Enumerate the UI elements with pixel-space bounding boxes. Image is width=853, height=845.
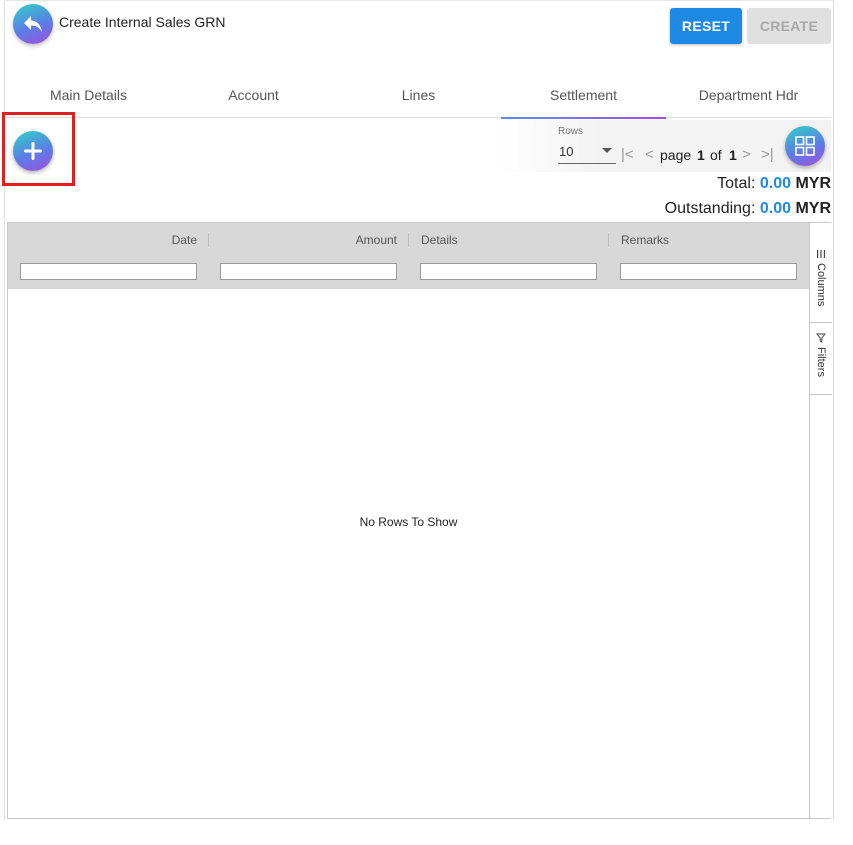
- rows-label: Rows: [558, 126, 584, 137]
- grid-header: Date Amount Details Remarks: [8, 223, 809, 289]
- remarks-filter-input[interactable]: [620, 263, 797, 280]
- back-button[interactable]: [13, 4, 53, 44]
- outstanding-currency: MYR: [795, 200, 831, 217]
- columns-side-tab[interactable]: Columns: [810, 249, 832, 323]
- columns-icon: [817, 250, 825, 258]
- settlement-grid: Date Amount Details Remarks No Rows To S…: [7, 222, 832, 819]
- current-page: 1: [697, 147, 705, 163]
- total-summary: Total: 0.00 MYR: [717, 175, 831, 193]
- total-pages: 1: [729, 147, 737, 163]
- total-currency: MYR: [795, 175, 831, 192]
- tab-settlement[interactable]: Settlement: [501, 72, 666, 119]
- rows-per-page-value: 10: [559, 144, 574, 159]
- outstanding-amount: 0.00: [759, 200, 791, 217]
- last-page-icon[interactable]: >|: [761, 146, 774, 164]
- filter-icon: [816, 333, 826, 343]
- grid-side-panel: Columns Filters: [809, 223, 832, 818]
- filters-tab-label: Filters: [815, 347, 827, 377]
- grid-icon: [795, 136, 815, 156]
- outstanding-summary: Outstanding: 0.00 MYR: [665, 200, 831, 218]
- reset-button[interactable]: RESET: [670, 8, 742, 44]
- create-button[interactable]: CREATE: [747, 8, 831, 44]
- column-header-remarks[interactable]: Remarks: [621, 223, 801, 256]
- total-amount: 0.00: [759, 175, 791, 192]
- details-filter-input[interactable]: [420, 263, 597, 280]
- tab-lines[interactable]: Lines: [336, 72, 501, 118]
- column-header-details[interactable]: Details: [421, 223, 601, 256]
- prev-page-icon[interactable]: <: [645, 146, 654, 164]
- back-arrow-icon: [24, 16, 42, 32]
- of-word: of: [710, 147, 722, 163]
- next-page-icon[interactable]: >: [742, 146, 751, 164]
- highlight-box: [2, 112, 75, 186]
- rows-per-page-select[interactable]: 10: [558, 142, 616, 164]
- tab-bar: Main Details Account Lines Settlement De…: [6, 72, 831, 119]
- column-header-date[interactable]: Date: [8, 223, 197, 256]
- pagination-bar: [498, 120, 831, 172]
- page-title: Create Internal Sales GRN: [59, 14, 226, 30]
- total-label: Total:: [717, 175, 756, 192]
- caret-down-icon: [602, 148, 612, 153]
- grid-view-button[interactable]: [785, 126, 825, 166]
- column-divider: [608, 233, 609, 247]
- tab-department-hdr[interactable]: Department Hdr: [666, 72, 831, 118]
- first-page-icon[interactable]: |<: [621, 146, 634, 164]
- filters-side-tab[interactable]: Filters: [810, 333, 832, 395]
- empty-grid-message: No Rows To Show: [359, 515, 458, 529]
- columns-tab-label: Columns: [815, 263, 827, 307]
- date-filter-input[interactable]: [20, 263, 197, 280]
- column-divider: [408, 233, 409, 247]
- amount-filter-input[interactable]: [220, 263, 397, 280]
- page-word: page: [660, 147, 692, 163]
- outstanding-label: Outstanding:: [664, 200, 756, 217]
- tab-account[interactable]: Account: [171, 72, 336, 118]
- column-header-amount[interactable]: Amount: [208, 223, 397, 256]
